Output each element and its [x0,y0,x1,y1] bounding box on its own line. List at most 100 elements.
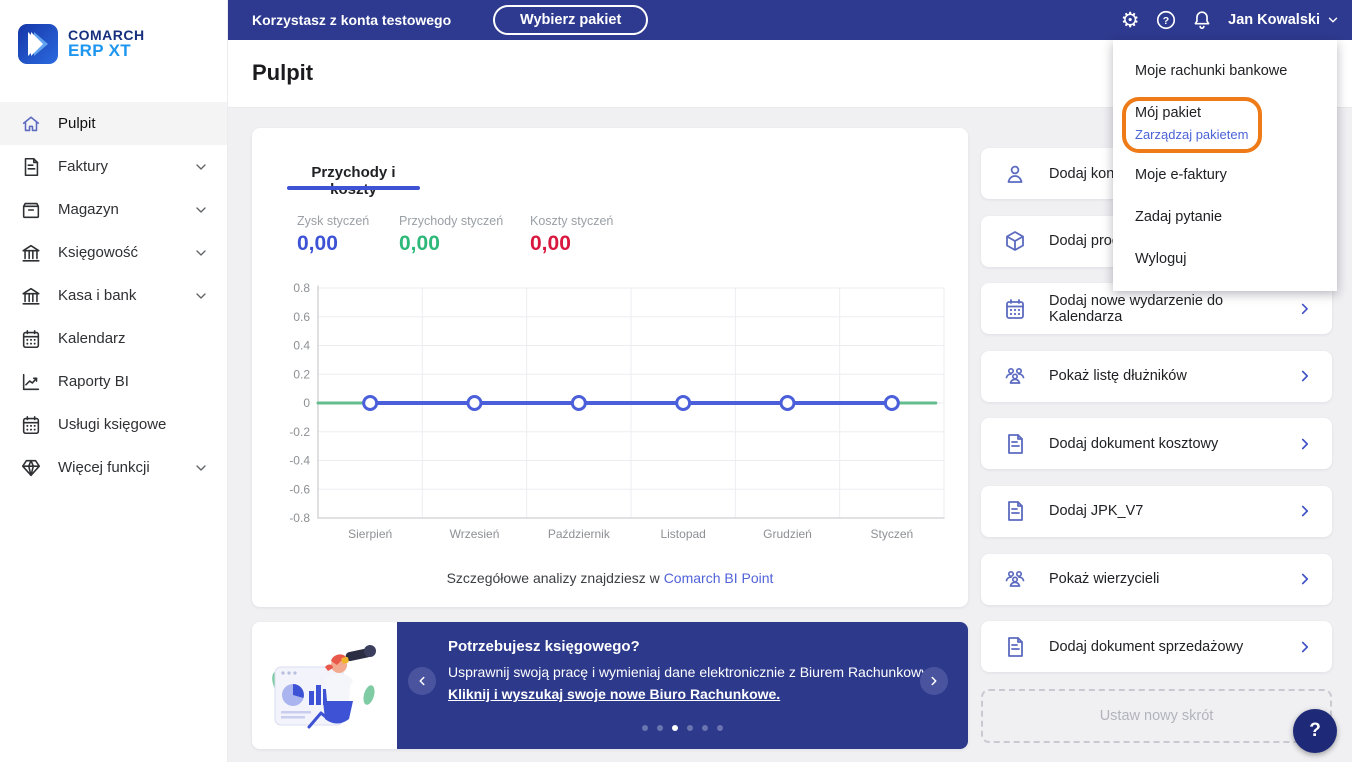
set-new-shortcut-button[interactable]: Ustaw nowy skrót [981,689,1332,743]
top-bar: Korzystasz z konta testowego Wybierz pak… [228,0,1352,40]
svg-text:-0.6: -0.6 [289,482,310,496]
sidebar-item-label: Raporty BI [58,373,129,390]
bell-icon[interactable] [1184,2,1220,38]
svg-text:-0.2: -0.2 [289,425,310,439]
sidebar-item-label: Usługi księgowe [58,416,166,433]
menu-item-moje-rachunki-bankowe[interactable]: Moje rachunki bankowe [1135,63,1287,79]
stat-label: Koszty styczeń [530,214,613,228]
menu-item-zadaj-pytanie[interactable]: Zadaj pytanie [1135,209,1222,225]
svg-text:0.6: 0.6 [293,310,310,324]
svg-text:Wrzesień: Wrzesień [450,527,500,541]
svg-text:0.8: 0.8 [293,281,310,295]
quick-action-show-creditors[interactable]: Pokaż wierzycieli [981,554,1332,605]
stat-value: 0,00 [297,232,369,256]
home-icon [20,113,42,135]
accountant-illustration-icon [265,631,385,741]
calendar-icon [20,328,42,350]
sidebar-item-label: Magazyn [58,201,119,218]
manage-package-link[interactable]: Zarządzaj pakietem [1135,127,1248,142]
sidebar-item-label: Faktury [58,158,108,175]
tab-przychody-i-koszty[interactable]: Przychody i koszty [287,164,420,198]
comarch-logo-icon [18,24,58,64]
banner-link[interactable]: Kliknij i wyszukaj swoje nowe Biuro Rach… [448,686,780,702]
brand-product: ERP XT [68,42,145,60]
user-name: Jan Kowalski [1228,12,1320,28]
carousel-dot[interactable] [687,725,693,731]
chevron-down-icon [193,460,209,476]
app-logo[interactable]: COMARCH ERP XT [0,0,227,90]
brand-text: COMARCH ERP XT [68,28,145,61]
chevron-right-icon [1296,300,1314,318]
gear-icon[interactable]: ⚙ [1112,2,1148,38]
sidebar-item-label: Księgowość [58,244,138,261]
user-menu-trigger[interactable]: Jan Kowalski [1228,12,1340,28]
chevron-down-icon [193,245,209,261]
sidebar-item-label: Pulpit [58,115,96,132]
help-icon[interactable]: ? [1148,2,1184,38]
people-icon [1003,567,1027,591]
user-dropdown-menu: Moje rachunki bankowe Mój pakiet Zarządz… [1113,40,1337,291]
carousel-dots [397,725,968,731]
svg-text:?: ? [1163,15,1169,27]
svg-text:0.4: 0.4 [293,339,310,353]
chevron-down-icon [193,159,209,175]
quick-action-add-sales-document[interactable]: Dodaj dokument sprzedażowy [981,621,1332,672]
document-icon [1003,635,1027,659]
bank-icon [20,242,42,264]
svg-text:0.2: 0.2 [293,367,310,381]
sidebar-item-faktury[interactable]: Faktury [0,145,227,188]
chevron-right-icon [1296,367,1314,385]
carousel-dot[interactable] [672,725,678,731]
chevron-right-icon [1296,502,1314,520]
income-costs-card: Przychody i koszty Zysk styczeń 0,00 Prz… [252,128,968,607]
carousel-dot[interactable] [657,725,663,731]
menu-item-moj-pakiet[interactable]: Mój pakiet Zarządzaj pakietem [1135,105,1248,142]
chart-icon [20,371,42,393]
bank-icon [20,285,42,307]
calendar-icon [1003,297,1027,321]
tile-label: Dodaj dokument sprzedażowy [1049,639,1243,655]
quick-action-add-cost-document[interactable]: Dodaj dokument kosztowy [981,418,1332,469]
tile-label: Pokaż wierzycieli [1049,571,1159,587]
carousel-next-button[interactable] [920,667,948,695]
sidebar-item-kalendarz[interactable]: Kalendarz [0,317,227,360]
calendar-icon [20,414,42,436]
sidebar-item-kasa-i-bank[interactable]: Kasa i bank [0,274,227,317]
chevron-right-icon [1296,638,1314,656]
page-title: Pulpit [252,60,313,86]
carousel-dot[interactable] [642,725,648,731]
menu-item-wyloguj[interactable]: Wyloguj [1135,251,1186,267]
choose-package-button[interactable]: Wybierz pakiet [493,5,648,35]
sidebar-item-pulpit[interactable]: Pulpit [0,102,227,145]
quick-action-add-jpk-v7[interactable]: Dodaj JPK_V7 [981,486,1332,537]
invoice-icon [20,156,42,178]
chart-footer: Szczegółowe analizy znajdziesz w Comarch… [252,570,968,586]
chevron-down-icon [1326,13,1340,27]
sidebar-item-magazyn[interactable]: Magazyn [0,188,227,231]
topbar-actions: ⚙ ? Jan Kowalski [1112,2,1352,38]
sidebar-item-label: Więcej funkcji [58,459,150,476]
banner-title: Potrzebujesz księgowego? [448,638,640,655]
stat-label: Przychody styczeń [399,214,503,228]
sidebar-item-label: Kalendarz [58,330,126,347]
chevron-right-icon [1296,570,1314,588]
svg-text:Listopad: Listopad [660,527,705,541]
document-icon [1003,499,1027,523]
carousel-dot[interactable] [717,725,723,731]
sidebar-item-ksiegowosc[interactable]: Księgowość [0,231,227,274]
banner-text: Usprawnij swoją pracę i wymieniaj dane e… [448,664,944,680]
sidebar-item-wiecej-funkcji[interactable]: Więcej funkcji [0,446,227,489]
quick-action-show-debtors[interactable]: Pokaż listę dłużników [981,351,1332,402]
svg-text:-0.8: -0.8 [289,511,310,525]
people-icon [1003,364,1027,388]
sidebar-item-uslugi-ksiegowe[interactable]: Usługi księgowe [0,403,227,446]
carousel-prev-button[interactable] [408,667,436,695]
stat-koszty: Koszty styczeń 0,00 [530,214,613,256]
sidebar-item-raporty-bi[interactable]: Raporty BI [0,360,227,403]
carousel-dot[interactable] [702,725,708,731]
bi-point-link[interactable]: Comarch BI Point [664,570,774,586]
help-fab-button[interactable]: ? [1293,709,1337,753]
menu-item-moje-e-faktury[interactable]: Moje e-faktury [1135,167,1227,183]
stat-value: 0,00 [530,232,613,256]
document-icon [1003,432,1027,456]
